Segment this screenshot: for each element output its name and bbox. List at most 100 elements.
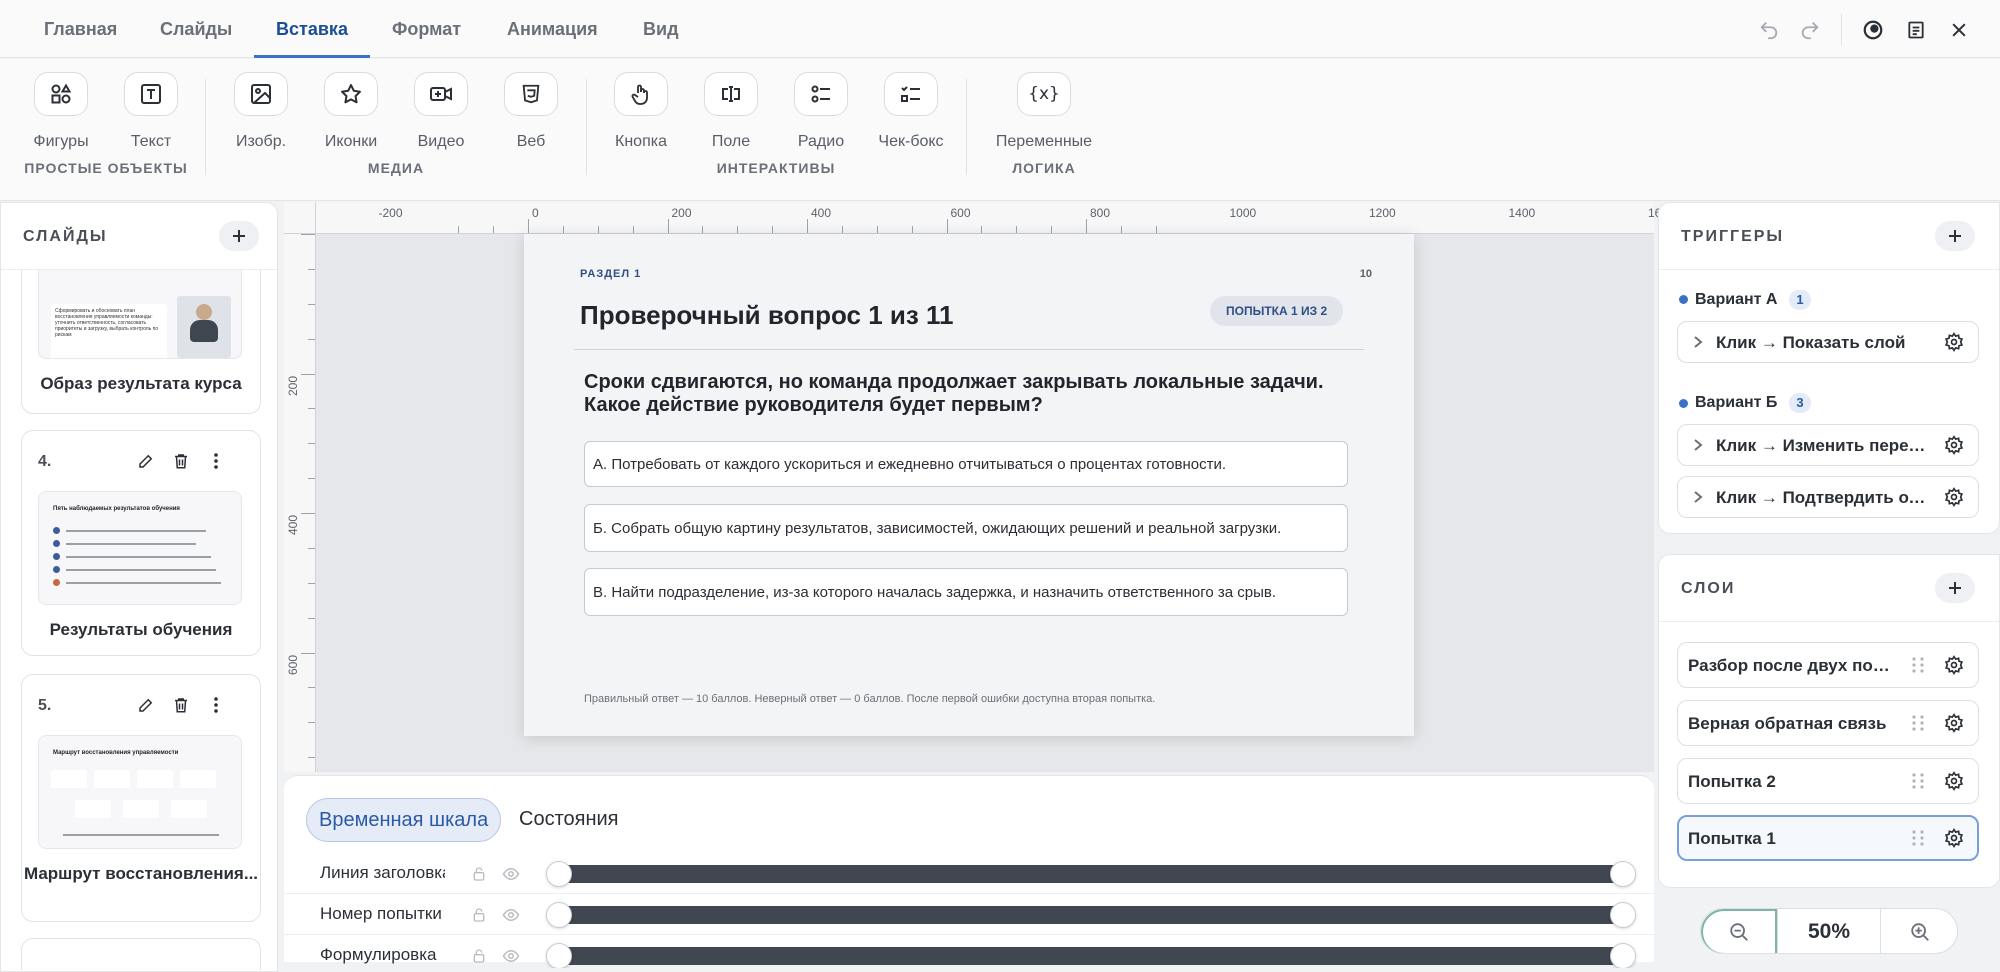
- title-divider: [574, 349, 1364, 350]
- eye-icon[interactable]: [502, 865, 520, 883]
- timeline-end-handle[interactable]: [1610, 861, 1636, 887]
- close-icon[interactable]: [1945, 16, 1973, 44]
- timeline-row[interactable]: Формулировка: [284, 934, 1654, 968]
- image-icon: [234, 72, 288, 116]
- settings-gear-icon[interactable]: [1944, 435, 1964, 455]
- slide-caption: Образ результата курса: [40, 374, 242, 393]
- slide-card[interactable]: 5. Маршрут восстановления управляемости …: [21, 674, 261, 922]
- drag-handle-icon[interactable]: [1911, 656, 1925, 674]
- timeline-start-handle[interactable]: [546, 861, 572, 887]
- timeline-row[interactable]: Номер попытки: [284, 893, 1654, 934]
- layer-item[interactable]: Попытка 2: [1677, 758, 1979, 804]
- shapes-button[interactable]: Фигуры: [11, 72, 111, 151]
- slide-canvas[interactable]: РАЗДЕЛ 1 10 Проверочный вопрос 1 из 11 П…: [524, 234, 1414, 736]
- trash-icon[interactable]: [169, 449, 193, 473]
- eye-icon[interactable]: [502, 947, 520, 965]
- answer-option-a[interactable]: А. Потребовать от каждого ускориться и е…: [584, 441, 1348, 487]
- button-button[interactable]: Кнопка: [591, 72, 691, 151]
- add-layer-button[interactable]: [1935, 573, 1975, 603]
- timeline-row-name: Номер попытки: [320, 904, 442, 923]
- field-button[interactable]: Поле: [681, 72, 781, 151]
- trigger-item[interactable]: Клик → Изменить переменную: [1677, 424, 1979, 466]
- eye-icon[interactable]: [502, 906, 520, 924]
- notes-icon[interactable]: [1902, 16, 1930, 44]
- timeline-start-handle[interactable]: [546, 943, 572, 968]
- add-trigger-button[interactable]: [1935, 221, 1975, 251]
- settings-gear-icon[interactable]: [1944, 487, 1964, 507]
- timeline-row[interactable]: Линия заголовка: [284, 858, 1654, 893]
- drag-handle-icon[interactable]: [1911, 714, 1925, 732]
- settings-gear-icon[interactable]: [1944, 771, 1964, 791]
- lock-icon[interactable]: [470, 947, 488, 965]
- text-button[interactable]: Текст: [101, 72, 201, 151]
- timeline-start-handle[interactable]: [546, 902, 572, 928]
- trash-icon[interactable]: [169, 693, 193, 717]
- settings-gear-icon[interactable]: [1944, 332, 1964, 352]
- timeline-end-handle[interactable]: [1610, 943, 1636, 968]
- layer-item[interactable]: Разбор после двух попыток: [1677, 642, 1979, 688]
- insert-ribbon: Фигуры Текст Изобр. Иконки Видео Веб Кно…: [0, 59, 2000, 201]
- timeline-end-handle[interactable]: [1610, 902, 1636, 928]
- question-text[interactable]: Сроки сдвигаются, но команда продолжает …: [584, 371, 1354, 417]
- variables-button[interactable]: {x} Переменные: [994, 72, 1094, 151]
- web-button[interactable]: Веб: [481, 72, 581, 151]
- drag-handle-icon[interactable]: [1911, 772, 1925, 790]
- lock-icon[interactable]: [470, 865, 488, 883]
- zoom-out-icon: [1730, 923, 1748, 941]
- tab-states[interactable]: Состояния: [507, 798, 631, 842]
- zoom-in-button[interactable]: [1881, 909, 1957, 953]
- preview-icon[interactable]: [1859, 16, 1887, 44]
- slide-card[interactable]: 4. Пять наблюдаемых результатов обучения…: [21, 430, 261, 656]
- settings-gear-icon[interactable]: [1944, 713, 1964, 733]
- attempt-badge[interactable]: ПОПЫТКА 1 ИЗ 2: [1210, 296, 1344, 326]
- trigger-item[interactable]: Клик → Подтвердить ответ: [1677, 476, 1979, 518]
- add-slide-button[interactable]: [219, 221, 259, 251]
- edit-icon[interactable]: [134, 449, 158, 473]
- ruler-tick: [308, 268, 315, 270]
- edit-icon[interactable]: [134, 693, 158, 717]
- zoom-level[interactable]: 50%: [1777, 909, 1881, 953]
- video-button[interactable]: Видео: [391, 72, 491, 151]
- drag-handle-icon[interactable]: [204, 449, 228, 473]
- chevron-right-icon: [1692, 335, 1704, 349]
- layer-item-selected[interactable]: Попытка 1: [1677, 815, 1979, 861]
- tab-animation[interactable]: Анимация: [507, 0, 598, 58]
- slide-card[interactable]: Сформировать и обосновать план восстанов…: [21, 270, 261, 414]
- image-button[interactable]: Изобр.: [211, 72, 311, 151]
- answer-option-c[interactable]: В. Найти подразделение, из-за которого н…: [584, 568, 1348, 616]
- tab-timeline[interactable]: Временная шкала: [306, 798, 502, 842]
- timeline-bar[interactable]: [558, 865, 1623, 883]
- tab-home[interactable]: Главная: [44, 0, 117, 58]
- lock-icon[interactable]: [470, 906, 488, 924]
- layer-name: Разбор после двух попыток: [1688, 656, 1893, 675]
- ruler-tick: [458, 226, 460, 233]
- tab-format[interactable]: Формат: [392, 0, 461, 58]
- radio-button[interactable]: Радио: [771, 72, 871, 151]
- drag-handle-icon[interactable]: [204, 693, 228, 717]
- tab-view[interactable]: Вид: [643, 0, 679, 58]
- ruler-tick: [946, 219, 948, 233]
- answer-option-b[interactable]: Б. Собрать общую картину результатов, за…: [584, 504, 1348, 552]
- slide-title[interactable]: Проверочный вопрос 1 из 11: [580, 300, 954, 331]
- zoom-out-button[interactable]: [1701, 909, 1777, 953]
- undo-icon[interactable]: [1755, 16, 1783, 44]
- layer-item[interactable]: Верная обратная связь: [1677, 700, 1979, 746]
- timeline-bar[interactable]: [558, 947, 1623, 965]
- slide-card[interactable]: [21, 938, 261, 970]
- ruler-tick: [772, 226, 774, 233]
- settings-gear-icon[interactable]: [1944, 828, 1964, 848]
- drag-handle-icon[interactable]: [1911, 829, 1925, 847]
- icons-button[interactable]: Иконки: [301, 72, 401, 151]
- ruler-tick: [702, 226, 704, 233]
- tab-slides[interactable]: Слайды: [160, 0, 232, 58]
- group-divider: [586, 79, 587, 175]
- plus-icon: [233, 230, 245, 242]
- timeline-bar[interactable]: [558, 906, 1623, 924]
- timeline-rows: Линия заголовка Номер попытки Формулиров…: [284, 858, 1654, 968]
- redo-icon[interactable]: [1796, 16, 1824, 44]
- settings-gear-icon[interactable]: [1944, 655, 1964, 675]
- trigger-item[interactable]: Клик → Показать слой: [1677, 321, 1979, 363]
- checkbox-button[interactable]: Чек-бокс: [861, 72, 961, 151]
- scoring-note[interactable]: Правильный ответ — 10 баллов. Неверный о…: [584, 693, 1155, 705]
- tab-insert[interactable]: Вставка: [254, 0, 370, 58]
